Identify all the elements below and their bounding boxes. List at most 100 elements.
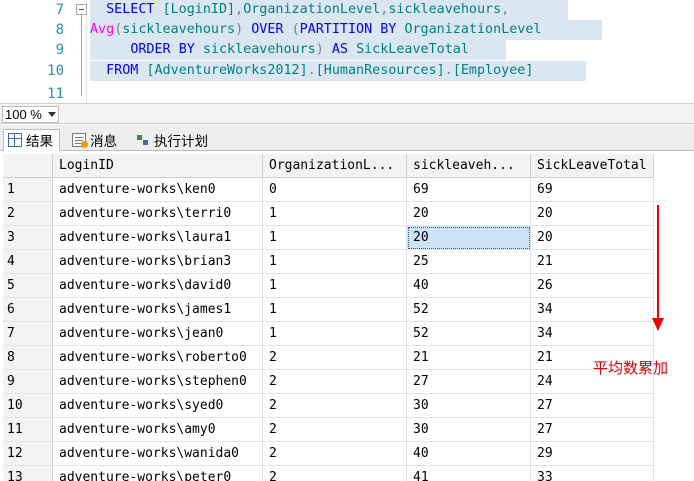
row-number[interactable]: 3 (3, 226, 53, 250)
table-row[interactable]: 7 adventure-works\jean0 1 52 34 (3, 322, 654, 346)
table-cell[interactable]: 1 (263, 202, 407, 226)
table-cell[interactable]: 20 (407, 202, 531, 226)
table-cell[interactable]: 30 (407, 418, 531, 442)
grid-corner-header[interactable] (3, 154, 53, 178)
zoom-dropdown[interactable]: 100 % (2, 106, 59, 123)
table-row[interactable]: 11 adventure-works\amy0 2 30 27 (3, 418, 654, 442)
table-cell[interactable]: 2 (263, 394, 407, 418)
row-number[interactable]: 13 (3, 466, 53, 481)
table-cell[interactable]: 25 (407, 250, 531, 274)
table-cell[interactable]: 0 (263, 178, 407, 202)
row-number[interactable]: 11 (3, 418, 53, 442)
table-row[interactable]: 13 adventure-works\peter0 2 41 33 (3, 466, 654, 481)
table-cell[interactable]: adventure-works\laura1 (53, 226, 263, 250)
row-number[interactable]: 2 (3, 202, 53, 226)
tab-messages-label: 消息 (90, 134, 117, 149)
table-row[interactable]: 6 adventure-works\james1 1 52 34 (3, 298, 654, 322)
table-cell[interactable]: 20 (531, 226, 654, 250)
results-grid[interactable]: LoginID OrganizationL... sickleaveh... S… (3, 154, 694, 481)
table-cell[interactable]: 41 (407, 466, 531, 481)
table-cell[interactable]: 52 (407, 322, 531, 346)
table-cell[interactable]: adventure-works\amy0 (53, 418, 263, 442)
row-number[interactable]: 7 (3, 322, 53, 346)
row-number[interactable]: 5 (3, 274, 53, 298)
table-row[interactable]: 10 adventure-works\syed0 2 30 27 (3, 394, 654, 418)
table-row[interactable]: 12 adventure-works\wanida0 2 40 29 (3, 442, 654, 466)
row-number[interactable]: 8 (3, 346, 53, 370)
code-line[interactable]: 10 FROM [AdventureWorks2012].[HumanResou… (0, 61, 694, 81)
code-line[interactable]: 7 SELECT [LoginID],OrganizationLevel,sic… (0, 0, 694, 20)
table-cell[interactable]: 21 (407, 346, 531, 370)
table-cell[interactable]: adventure-works\syed0 (53, 394, 263, 418)
table-cell[interactable]: 1 (263, 298, 407, 322)
table-cell[interactable]: 2 (263, 466, 407, 481)
table-cell[interactable]: 1 (263, 226, 407, 250)
tab-results[interactable]: 结果 (3, 129, 60, 151)
table-cell[interactable]: 1 (263, 274, 407, 298)
table-cell[interactable]: 2 (263, 346, 407, 370)
table-row[interactable]: 2 adventure-works\terri0 1 20 20 (3, 202, 654, 226)
code-token: ORDER (130, 42, 171, 57)
code-line[interactable]: 11 (0, 84, 694, 103)
row-number[interactable]: 12 (3, 442, 53, 466)
table-cell[interactable]: 27 (407, 370, 531, 394)
table-cell[interactable]: 1 (263, 322, 407, 346)
table-row[interactable]: 5 adventure-works\david0 1 40 26 (3, 274, 654, 298)
table-row[interactable]: 8 adventure-works\roberto0 2 21 21 (3, 346, 654, 370)
tab-execution-plan[interactable]: 执行计划 (131, 129, 215, 151)
row-number[interactable]: 9 (3, 370, 53, 394)
column-header-loginid[interactable]: LoginID (53, 154, 263, 178)
code-line[interactable]: 9 ORDER BY sickleavehours) AS SickLeaveT… (0, 40, 694, 60)
table-cell[interactable]: adventure-works\jean0 (53, 322, 263, 346)
table-cell[interactable]: 30 (407, 394, 531, 418)
table-cell[interactable]: 52 (407, 298, 531, 322)
code-text: FROM [AdventureWorks2012].[HumanResource… (90, 61, 533, 81)
tab-results-label: 结果 (26, 134, 53, 149)
table-row[interactable]: 9 adventure-works\stephen0 2 27 24 (3, 370, 654, 394)
table-cell[interactable]: 21 (531, 250, 654, 274)
code-text: Avg(sickleavehours) OVER (PARTITION BY O… (90, 20, 542, 40)
code-line[interactable]: 8 Avg(sickleavehours) OVER (PARTITION BY … (0, 20, 694, 40)
table-cell[interactable]: 20 (407, 226, 531, 250)
table-cell[interactable]: adventure-works\brian3 (53, 250, 263, 274)
table-row[interactable]: 4 adventure-works\brian3 1 25 21 (3, 250, 654, 274)
table-cell[interactable]: 69 (531, 178, 654, 202)
table-cell[interactable]: 69 (407, 178, 531, 202)
table-cell[interactable]: 20 (531, 202, 654, 226)
query-editor[interactable]: 7 SELECT [LoginID],OrganizationLevel,sic… (0, 0, 694, 103)
code-token: BY (178, 42, 195, 57)
table-cell[interactable]: adventure-works\terri0 (53, 202, 263, 226)
table-cell[interactable]: 2 (263, 442, 407, 466)
tab-execution-plan-label: 执行计划 (154, 134, 208, 149)
table-cell[interactable]: 29 (531, 442, 654, 466)
table-cell[interactable]: 26 (531, 274, 654, 298)
row-number[interactable]: 10 (3, 394, 53, 418)
table-cell[interactable]: adventure-works\peter0 (53, 466, 263, 481)
table-row[interactable]: 3 adventure-works\laura1 1 20 20 (3, 226, 654, 250)
table-cell[interactable]: 40 (407, 442, 531, 466)
table-cell[interactable]: 2 (263, 418, 407, 442)
table-cell[interactable]: 34 (531, 298, 654, 322)
table-cell[interactable]: adventure-works\roberto0 (53, 346, 263, 370)
row-number[interactable]: 4 (3, 250, 53, 274)
table-cell[interactable]: 1 (263, 250, 407, 274)
row-number[interactable]: 6 (3, 298, 53, 322)
column-header-sickleavetotal[interactable]: SickLeaveTotal (531, 154, 654, 178)
table-cell[interactable]: adventure-works\david0 (53, 274, 263, 298)
table-cell[interactable]: adventure-works\ken0 (53, 178, 263, 202)
table-cell[interactable]: adventure-works\james1 (53, 298, 263, 322)
table-cell[interactable]: 33 (531, 466, 654, 481)
table-cell[interactable]: 27 (531, 394, 654, 418)
column-header-sickleavehours[interactable]: sickleaveh... (407, 154, 531, 178)
column-header-organizationlevel[interactable]: OrganizationL... (263, 154, 407, 178)
row-number[interactable]: 1 (3, 178, 53, 202)
tab-messages[interactable]: 消息 (67, 129, 124, 151)
table-row[interactable]: 1 adventure-works\ken0 0 69 69 (3, 178, 654, 202)
table-cell[interactable]: 34 (531, 322, 654, 346)
table-cell[interactable]: 27 (531, 418, 654, 442)
table-cell[interactable]: 40 (407, 274, 531, 298)
table-cell[interactable]: 2 (263, 370, 407, 394)
table-cell[interactable]: adventure-works\wanida0 (53, 442, 263, 466)
table-cell[interactable]: adventure-works\stephen0 (53, 370, 263, 394)
